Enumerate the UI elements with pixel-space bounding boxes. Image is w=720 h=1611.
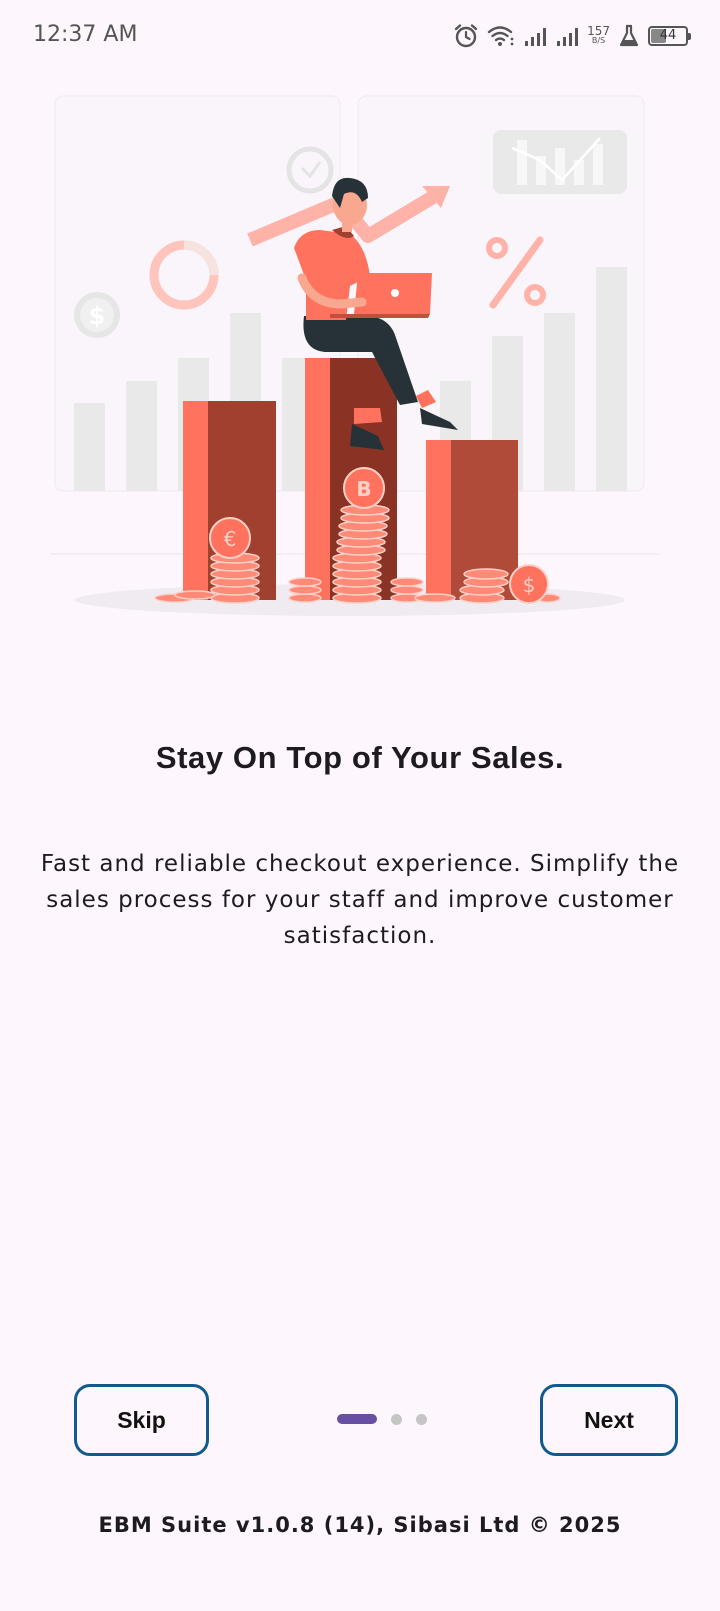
wifi-icon — [487, 26, 514, 46]
page-indicator-dot-active — [337, 1414, 377, 1424]
sales-growth-illustration: $ € B $ — [50, 95, 660, 616]
signal-icon — [557, 28, 579, 46]
page-indicator-dot — [391, 1413, 402, 1425]
battery-percent: 44 — [659, 28, 677, 43]
status-time: 12:37 AM — [33, 22, 138, 47]
page-indicator-dot — [416, 1413, 427, 1425]
network-speed-value: 157 — [587, 24, 610, 38]
onboarding-title: Stay On Top of Your Sales. — [155, 740, 565, 775]
svg-text:$: $ — [523, 573, 536, 597]
page-indicator — [337, 1413, 427, 1425]
network-speed: 157 B/S — [587, 24, 610, 46]
svg-text:B: B — [356, 477, 371, 501]
version-footer: EBM Suite v1.0.8 (14), Sibasi Ltd © 2025 — [98, 1513, 622, 1537]
skip-button[interactable]: Skip — [74, 1384, 209, 1456]
next-button[interactable]: Next — [540, 1384, 678, 1456]
status-bar: 12:37 AM 157 B/S 44 — [0, 0, 720, 72]
svg-text:$: $ — [89, 302, 106, 330]
onboarding-description: Fast and reliable checkout experience. S… — [40, 851, 680, 949]
lab-flask-icon — [619, 24, 639, 47]
battery-icon: 44 — [648, 26, 691, 46]
status-icons: 157 B/S 44 — [453, 20, 691, 52]
signal-icon — [525, 28, 547, 46]
svg-text:€: € — [224, 527, 237, 551]
alarm-icon — [454, 24, 478, 48]
